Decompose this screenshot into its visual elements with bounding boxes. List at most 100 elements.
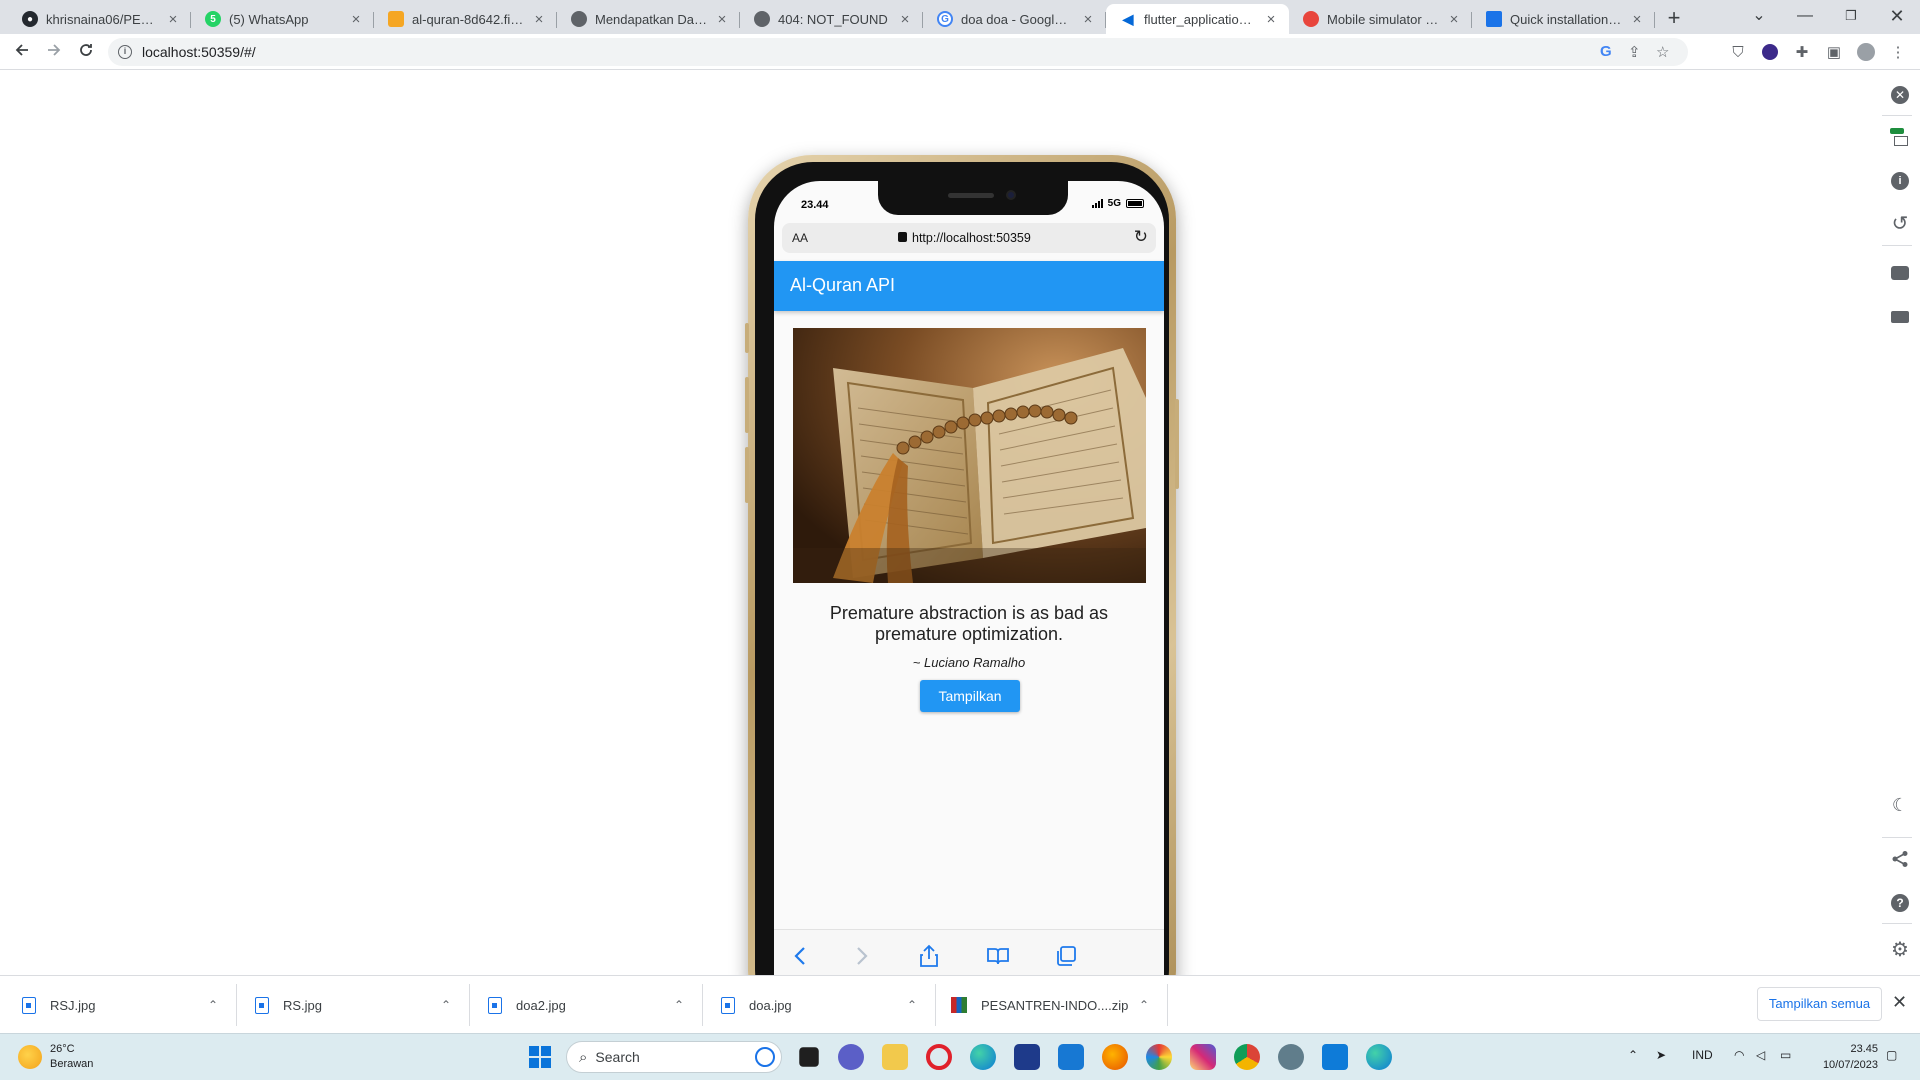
tab-search-chevron-icon[interactable]: ⌄ [1736, 2, 1782, 30]
address-bar[interactable]: i localhost:50359/#/ G ⇪ ☆ [108, 38, 1688, 66]
teams-chat-icon[interactable] [838, 1044, 864, 1070]
minimize-button[interactable]: — [1782, 2, 1828, 30]
download-item[interactable]: doa.jpg ⌃ [721, 976, 936, 1034]
back-button[interactable] [8, 38, 36, 66]
bookmark-star-icon[interactable]: ☆ [1656, 43, 1669, 61]
close-icon[interactable]: × [1263, 11, 1279, 28]
mail-icon[interactable] [1058, 1044, 1084, 1070]
close-download-bar-icon[interactable]: ✕ [1892, 992, 1907, 1013]
chrome-icon[interactable] [1234, 1044, 1260, 1070]
close-icon[interactable]: × [1629, 11, 1645, 28]
new-tab-button[interactable]: + [1660, 5, 1688, 33]
close-icon[interactable]: × [531, 11, 547, 28]
app-z-icon[interactable] [1014, 1044, 1040, 1070]
close-icon[interactable]: × [1080, 11, 1096, 28]
firefox-icon[interactable] [1102, 1044, 1128, 1070]
menu-kebab-icon[interactable]: ⋮ [1889, 43, 1907, 61]
close-simulator-icon[interactable]: ✕ [1888, 83, 1912, 107]
reload-button[interactable] [72, 38, 100, 66]
device-list-new-icon[interactable] [1888, 125, 1912, 149]
chevron-up-icon[interactable]: ⌃ [674, 998, 684, 1012]
colorful-app-icon[interactable] [1146, 1044, 1172, 1070]
side-panel-icon[interactable]: ▣ [1825, 43, 1843, 61]
chevron-up-icon[interactable]: ⌃ [441, 998, 451, 1012]
tab-mendapatkan[interactable]: Mendapatkan Data API × [557, 4, 740, 34]
task-view-icon[interactable] [799, 1047, 819, 1067]
download-item[interactable]: RS.jpg ⌃ [255, 976, 470, 1034]
share-nodes-icon[interactable] [1888, 847, 1912, 871]
close-window-button[interactable]: ✕ [1874, 2, 1920, 30]
tab-github[interactable]: ● khrisnaina06/PESANTREN × [8, 4, 191, 34]
instagram-icon[interactable] [1190, 1044, 1216, 1070]
opera-icon[interactable] [926, 1044, 952, 1070]
battery-icon [1126, 199, 1144, 208]
extension-v-icon[interactable] [1761, 43, 1779, 61]
close-icon[interactable]: × [165, 11, 181, 28]
tab-not-found[interactable]: 404: NOT_FOUND × [740, 4, 923, 34]
restore-button[interactable]: ❐ [1828, 2, 1874, 30]
help-icon[interactable]: ? [1888, 891, 1912, 915]
system-clock[interactable]: 23.45 10/07/2023 [1812, 1041, 1878, 1073]
record-video-icon[interactable] [1888, 305, 1912, 329]
safari-forward-icon[interactable] [848, 942, 876, 970]
tab-mobile-simulator[interactable]: Mobile simulator - responsive × [1289, 4, 1472, 34]
close-icon[interactable]: × [1446, 11, 1462, 28]
google-lens-icon[interactable]: G [1600, 43, 1612, 60]
share-icon[interactable]: ⇪ [1628, 43, 1641, 61]
settings-gear-icon[interactable]: ⚙ [1888, 937, 1912, 961]
safari-address-bar[interactable]: AA http://localhost:50359 ↻ [782, 223, 1156, 253]
screenshot-camera-icon[interactable] [1888, 261, 1912, 285]
show-all-downloads-button[interactable]: Tampilkan semua [1757, 987, 1882, 1021]
file-explorer-icon[interactable] [882, 1044, 908, 1070]
tab-quick-installation[interactable]: Quick installation of the × [1472, 4, 1655, 34]
download-item[interactable]: PESANTREN-INDO....zip ⌃ [951, 976, 1168, 1034]
download-item[interactable]: doa2.jpg ⌃ [488, 976, 703, 1034]
reader-aa-button[interactable]: AA [792, 231, 808, 245]
safari-tabs-icon[interactable] [1052, 942, 1080, 970]
chevron-up-icon[interactable]: ⌃ [1139, 998, 1149, 1012]
clock-date: 10/07/2023 [1822, 1059, 1878, 1071]
volume-icon[interactable]: ◁ [1756, 1048, 1765, 1062]
tab-flutter-active[interactable]: ◀ flutter_application_1 × [1106, 4, 1289, 34]
download-item[interactable]: RSJ.jpg ⌃ [22, 976, 237, 1034]
input-language[interactable]: IND [1692, 1048, 1713, 1062]
start-windows-icon[interactable] [527, 1044, 553, 1070]
profile-avatar-icon[interactable] [1857, 43, 1875, 61]
forward-button[interactable] [40, 38, 68, 66]
tab-label: Mendapatkan Data API [595, 11, 708, 27]
reload-icon [80, 44, 92, 56]
tab-whatsapp[interactable]: 5 (5) WhatsApp × [191, 4, 374, 34]
info-icon[interactable]: i [1888, 169, 1912, 193]
chevron-up-icon[interactable]: ⌃ [907, 998, 917, 1012]
close-icon[interactable]: × [897, 11, 913, 28]
search-icon: ⌕ [579, 1048, 588, 1066]
location-arrow-icon[interactable]: ➤ [1656, 1048, 1666, 1062]
safari-bookmarks-icon[interactable] [984, 942, 1012, 970]
extensions-puzzle-icon[interactable]: ✚ [1793, 43, 1811, 61]
vscode-icon[interactable] [1322, 1044, 1348, 1070]
close-icon[interactable]: × [348, 11, 364, 28]
tampilkan-button[interactable]: Tampilkan [920, 680, 1020, 712]
bing-icon[interactable] [755, 1047, 775, 1067]
close-icon[interactable]: × [714, 11, 730, 28]
settings-app-icon[interactable] [1278, 1044, 1304, 1070]
edge-icon[interactable] [970, 1044, 996, 1070]
notification-icon[interactable]: ▢ [1886, 1048, 1897, 1062]
safari-share-icon[interactable] [915, 942, 943, 970]
weather-widget[interactable]: 26°C Berawan [18, 1042, 93, 1072]
rotate-icon[interactable]: ↺ [1888, 211, 1912, 235]
safari-back-icon[interactable] [786, 942, 814, 970]
shield-extension-icon[interactable]: ⛉ [1729, 43, 1747, 61]
tab-google[interactable]: G doa doa - Google Penelusuran × [923, 4, 1106, 34]
chevron-up-icon[interactable]: ⌃ [208, 998, 218, 1012]
battery-tray-icon[interactable]: ▭ [1780, 1048, 1791, 1062]
taskbar-search[interactable]: ⌕ Search [566, 1041, 782, 1073]
tab-firebase[interactable]: al-quran-8d642.firebase × [374, 4, 557, 34]
dark-mode-moon-icon[interactable]: ☾ [1888, 793, 1912, 817]
tray-chevron-up-icon[interactable]: ⌃ [1628, 1048, 1638, 1062]
wifi-icon[interactable]: ◠ [1734, 1048, 1744, 1062]
site-info-icon[interactable]: i [118, 45, 132, 59]
safari-reload-icon[interactable]: ↻ [1134, 227, 1148, 247]
phone-screen: 23.44 5G AA http://localhost:50359 ↻ Al-… [774, 181, 1164, 1023]
edge-dev-icon[interactable] [1366, 1044, 1392, 1070]
